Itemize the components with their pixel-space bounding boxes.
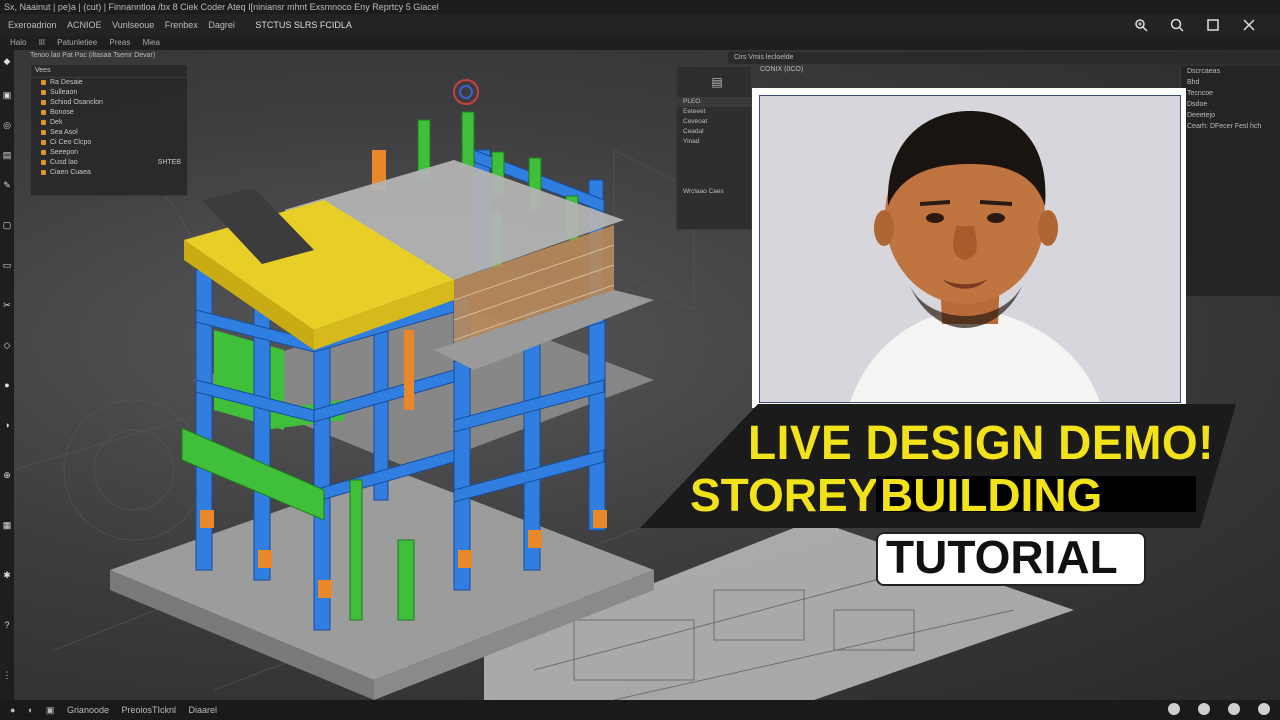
menu-item[interactable]: ACNIOE — [67, 14, 102, 36]
tree-row[interactable]: Sulleaon — [31, 88, 187, 98]
property-row[interactable]: Ceveoat — [677, 117, 751, 127]
left-toolbar: ◆ ▣ ◎ ▤ ✎ ▢ ▭ ✂ ◇ ● ◑ ⊕ ▦ ✱ ? ⋮ — [0, 50, 14, 700]
properties-header: Cirs Vmis lecloelde — [728, 52, 1280, 64]
help-tool-icon[interactable]: ? — [2, 620, 12, 630]
section-tool-icon[interactable]: ✂ — [2, 300, 12, 310]
ribbon-tab[interactable]: Halo — [10, 36, 26, 50]
document-title: STCTUS SLRS FCIDLA — [255, 20, 352, 30]
right-panel-row[interactable]: Dsdoe — [1181, 99, 1280, 110]
folder-icon — [41, 169, 46, 175]
close-icon[interactable] — [1242, 18, 1256, 32]
system-tray — [1168, 703, 1270, 715]
search-icon[interactable] — [1170, 18, 1184, 32]
ribbon-tab[interactable]: IlI — [39, 36, 45, 50]
properties-footer: Wrclaao Caes — [683, 188, 724, 195]
right-panel-row[interactable]: Dscrcaeas — [1181, 66, 1280, 77]
window-title-bar: Sx, Naainut | pe)a | (cut) | Finnanntloa… — [0, 0, 1280, 14]
property-row[interactable]: Yinad — [677, 137, 751, 147]
right-panel-row[interactable]: Bhd — [1181, 77, 1280, 88]
project-tree-panel: Vees Ra Desaie Sulleaon Schiod Osanclon … — [30, 64, 188, 196]
tree-row[interactable]: Ciaen Cuaea — [31, 168, 187, 178]
maximize-icon[interactable] — [1206, 18, 1220, 32]
pen-tool-icon[interactable]: ✎ — [2, 180, 12, 190]
view-tool-icon[interactable]: ◑ — [2, 420, 12, 430]
move-tool-icon[interactable]: ▣ — [2, 90, 12, 100]
layer-tool-icon[interactable]: ▤ — [2, 150, 12, 160]
tree-row[interactable]: Dek — [31, 118, 187, 128]
folder-icon — [41, 149, 46, 155]
tree-row[interactable]: Sea Asol — [31, 128, 187, 138]
menu-bar: Exeroadrion ACNIOE Vunlseoue Frenbex Dag… — [0, 14, 1280, 36]
lock-tool-icon[interactable]: ▢ — [2, 220, 12, 230]
taskbar-item[interactable]: PreoiosTIcknl — [121, 700, 176, 720]
folder-icon — [41, 129, 46, 135]
menu-item[interactable]: Frenbex — [165, 14, 198, 36]
ribbon-tab[interactable]: Preas — [109, 36, 130, 50]
folder-icon — [41, 159, 46, 165]
more-tool-icon[interactable]: ⋮ — [2, 670, 12, 680]
right-panel: Dscrcaeas Bhd Tecncoe Dsdoe Deeetejo Cea… — [1180, 66, 1280, 296]
tree-row[interactable]: Schiod Osanclon — [31, 98, 187, 108]
tree-row[interactable]: Bonose — [31, 108, 187, 118]
folder-icon — [41, 109, 46, 115]
tree-panel-header: Vees — [31, 65, 187, 78]
window-controls — [1134, 14, 1280, 36]
right-panel-row[interactable]: Tecncoe — [1181, 88, 1280, 99]
right-panel-row[interactable]: Deeetejo — [1181, 110, 1280, 121]
tray-tool-icon[interactable] — [1168, 703, 1180, 715]
taskbar-item[interactable]: Diaarel — [189, 700, 218, 720]
thumbnail-title-line3: TUTORIAL — [886, 531, 1118, 583]
window-title: Sx, Naainut | pe)a | (cut) | Finnanntloa… — [4, 2, 439, 12]
taskbar-app-icon[interactable]: ▣ — [46, 700, 55, 720]
taskbar-start-icon[interactable]: ● — [10, 700, 15, 720]
presenter-portrait-icon — [850, 111, 1100, 402]
thumbnail-title-line2-building: BUILDING — [880, 469, 1103, 521]
folder-icon — [41, 79, 46, 85]
thumbnail-title-line2-storey: STOREY — [690, 469, 879, 521]
tree-row[interactable]: Cusd lao SHTEB — [31, 158, 187, 168]
grid-tool-icon[interactable]: ▦ — [2, 520, 12, 530]
point-tool-icon[interactable]: ● — [2, 380, 12, 390]
ribbon-bar: Halo IlI Patunletiee Preas Miea — [0, 36, 1280, 50]
thumbnail-title-line1: LIVE DESIGN DEMO! — [748, 414, 1214, 470]
globe-tool-icon[interactable]: ⊕ — [2, 470, 12, 480]
properties-subheader: CONIX (0CO) — [760, 66, 804, 73]
tray-network-icon[interactable] — [1198, 703, 1210, 715]
select-tool-icon[interactable]: ◆ — [2, 56, 12, 66]
taskbar-files-icon[interactable]: ◐ — [28, 700, 33, 720]
properties-panel: ▤ PLEO Eeteeet Ceveoat Ceadal Yinad Wrcl… — [676, 66, 752, 230]
folder-icon — [41, 89, 46, 95]
measure-tool-icon[interactable]: ▭ — [2, 260, 12, 270]
tray-sound-icon[interactable] — [1228, 703, 1240, 715]
menu-item[interactable]: Dagrei — [208, 14, 235, 36]
right-panel-row[interactable]: Cearh: DFecer Fesl hch — [1181, 121, 1280, 132]
tree-row[interactable]: Ra Desaie — [31, 78, 187, 88]
document-icon[interactable]: ▤ — [677, 67, 751, 97]
tree-row[interactable]: Seeepon — [31, 148, 187, 158]
tree-row[interactable]: Ci Ceo Clcpo — [31, 138, 187, 148]
presenter-photo-frame — [752, 88, 1186, 408]
rotate-tool-icon[interactable]: ◎ — [2, 120, 12, 130]
tree-panel-subtitle: Tenoo lao Pat Pac (iltasaa Tsemr Devar) — [30, 52, 156, 59]
presenter-photo — [759, 95, 1181, 403]
taskbar-item[interactable]: Grianoode — [67, 700, 109, 720]
properties-tab[interactable]: PLEO — [677, 97, 751, 107]
tray-globe-icon[interactable] — [1258, 703, 1270, 715]
ribbon-tab[interactable]: Miea — [143, 36, 160, 50]
folder-icon — [41, 119, 46, 125]
menu-item[interactable]: Vunlseoue — [112, 14, 154, 36]
settings-tool-icon[interactable]: ✱ — [2, 570, 12, 580]
ribbon-tab[interactable]: Patunletiee — [57, 36, 97, 50]
folder-icon — [41, 99, 46, 105]
property-row[interactable]: Eeteeet — [677, 107, 751, 117]
taskbar: ● ◐ ▣ Grianoode PreoiosTIcknl Diaarel — [0, 700, 1280, 720]
folder-icon — [41, 139, 46, 145]
zoom-icon[interactable] — [1134, 18, 1148, 32]
snap-tool-icon[interactable]: ◇ — [2, 340, 12, 350]
property-row[interactable]: Ceadal — [677, 127, 751, 137]
menu-item[interactable]: Exeroadrion — [8, 14, 57, 36]
